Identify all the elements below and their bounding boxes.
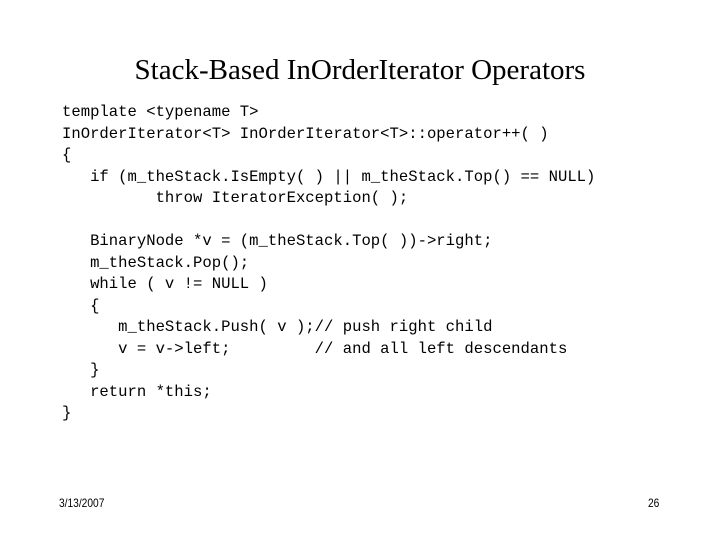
code-line: }: [62, 404, 72, 422]
code-line: }: [62, 361, 100, 379]
code-line: return *this;: [62, 382, 212, 401]
page-number: 26: [647, 496, 659, 510]
code-line: throw IteratorException( );: [62, 189, 409, 207]
code-line: if (m_theStack.IsEmpty( ) || m_theStack.…: [62, 167, 596, 186]
code-line: v = v->left; // and all left descendants: [62, 339, 568, 358]
code-block: template <typename T> InOrderIterator<T> …: [62, 102, 595, 425]
code-line: template <typename T>: [62, 103, 259, 121]
code-line: {: [62, 296, 100, 315]
code-line: while ( v != NULL ): [62, 275, 268, 293]
code-line: m_theStack.Pop();: [62, 253, 250, 272]
code-line: BinaryNode *v = (m_theStack.Top( ))->rig…: [62, 232, 493, 250]
slide-title: Stack-Based InOrderIterator Operators: [134, 54, 586, 86]
code-line: {: [62, 146, 72, 164]
footer-date: 3/13/2007: [59, 496, 105, 510]
code-line: InOrderIterator<T> InOrderIterator<T>::o…: [62, 124, 549, 143]
code-line: m_theStack.Push( v );// push right child: [62, 318, 493, 336]
